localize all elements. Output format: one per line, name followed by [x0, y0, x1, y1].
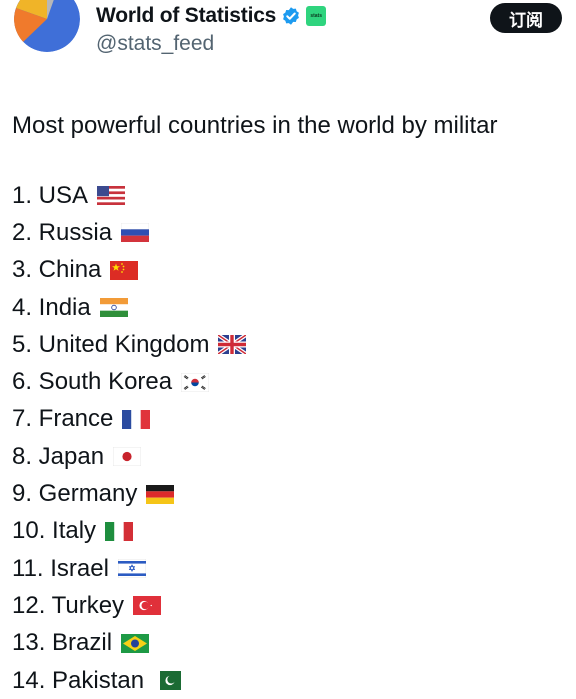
brazil-flag-icon — [121, 633, 150, 653]
tweet-text: Most powerful countries in the world by … — [12, 112, 498, 139]
affiliation-badge-text: stats — [310, 13, 323, 19]
affiliation-badge-icon[interactable]: stats — [306, 6, 327, 26]
ranking-label: 12. Turkey — [12, 591, 125, 619]
turkey-flag-icon — [133, 596, 162, 616]
verified-badge-icon — [281, 6, 301, 26]
list-item: 4. India — [12, 289, 246, 326]
list-item: 7. France — [12, 401, 246, 438]
israel-flag-icon — [117, 559, 146, 579]
list-item: 14. Pakistan — [12, 662, 246, 699]
china-flag-icon — [110, 260, 139, 280]
user-handle[interactable]: @stats_feed — [96, 32, 214, 56]
ranking-label: 7. France — [12, 405, 114, 433]
pakistan-flag-icon — [153, 671, 182, 690]
italy-flag-icon — [105, 521, 134, 541]
display-name[interactable]: World of Statistics — [96, 4, 276, 28]
ranking-label: 8. Japan — [12, 442, 105, 470]
list-item: 8. Japan — [12, 438, 246, 475]
usa-flag-icon — [97, 186, 126, 206]
list-item: 10. Italy — [12, 513, 246, 550]
ranking-label: 3. China — [12, 256, 102, 284]
list-item: 2. Russia — [12, 214, 246, 251]
list-item: 12. Turkey — [12, 587, 246, 624]
ranking-label: 14. Pakistan — [12, 666, 145, 694]
author-name-row: World of Statistics stats — [96, 4, 327, 28]
japan-flag-icon — [113, 447, 142, 467]
ranking-label: 9. Germany — [12, 480, 138, 508]
avatar[interactable] — [14, 0, 80, 52]
list-item: 13. Brazil — [12, 625, 246, 662]
list-item: 11. Israel — [12, 550, 246, 587]
list-item: 6. South Korea — [12, 363, 246, 400]
france-flag-icon — [122, 409, 151, 429]
ranking-label: 5. United Kingdom — [12, 330, 210, 358]
list-item: 9. Germany — [12, 475, 246, 512]
ranking-list: 1. USA 2. Russia 3. China 4. India 5. Un… — [12, 177, 247, 699]
ranking-label: 13. Brazil — [12, 629, 113, 657]
ranking-label: 2. Russia — [12, 218, 113, 246]
india-flag-icon — [99, 298, 128, 318]
russia-flag-icon — [121, 223, 150, 243]
ranking-label: 11. Israel — [12, 554, 109, 582]
ranking-label: 1. USA — [12, 181, 89, 209]
list-item: 5. United Kingdom — [12, 326, 247, 363]
ranking-label: 10. Italy — [12, 517, 97, 545]
ranking-label: 4. India — [12, 293, 91, 321]
list-item: 1. USA — [12, 177, 246, 214]
uk-flag-icon — [218, 335, 247, 355]
pie-chart-icon — [14, 0, 80, 52]
subscribe-button[interactable]: 订阅 — [490, 3, 562, 33]
list-item: 3. China — [12, 252, 246, 289]
ranking-label: 6. South Korea — [12, 368, 173, 396]
south-korea-flag-icon — [181, 372, 210, 392]
germany-flag-icon — [146, 484, 175, 504]
